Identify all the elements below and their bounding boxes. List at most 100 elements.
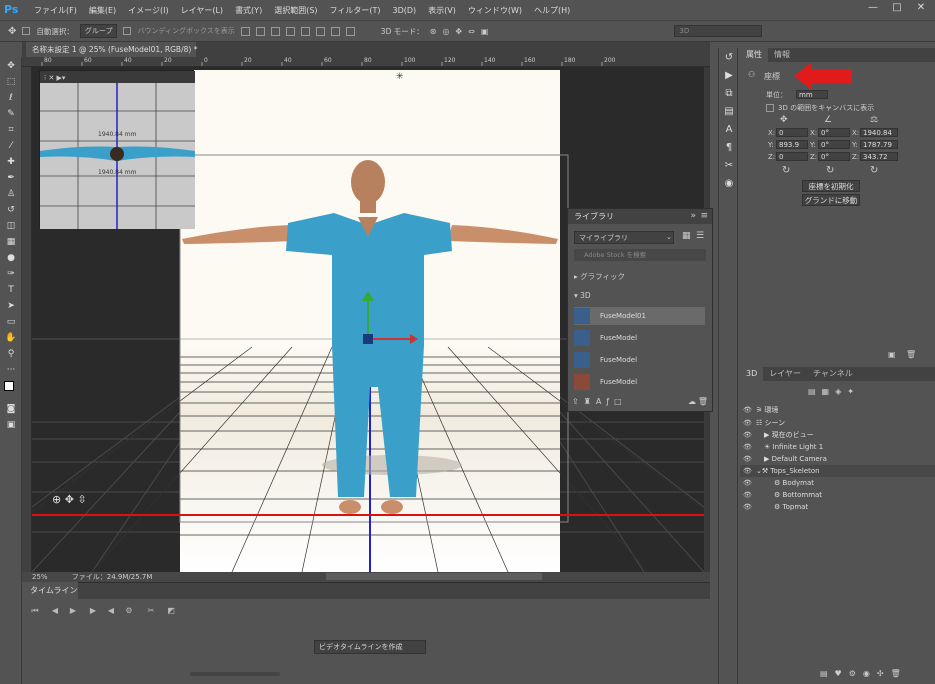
menu-help[interactable]: ヘルプ(H) [534, 5, 570, 16]
more-tools-icon[interactable]: ··· [3, 364, 19, 377]
align-icon[interactable] [240, 26, 250, 36]
slide-icon[interactable]: ⇔ [468, 27, 475, 36]
tab-layers[interactable]: レイヤー [763, 367, 807, 381]
graphics-section[interactable]: ▸ グラフィック [574, 271, 625, 282]
horizontal-scrollbar-thumb[interactable] [326, 573, 542, 580]
maximize-icon[interactable]: □ [886, 2, 908, 16]
stamp-tool-icon[interactable]: ♙ [3, 188, 19, 201]
pen-tool-icon[interactable]: ✑ [3, 268, 19, 281]
move-to-ground-button[interactable]: グランドに移動 [802, 194, 860, 206]
scale-z-field[interactable]: 343.72 [860, 152, 898, 161]
menu-layer[interactable]: レイヤー(L) [181, 5, 223, 16]
zoom-level[interactable]: 25% [32, 573, 48, 581]
collapse-icon[interactable]: » [690, 211, 696, 221]
group-select[interactable]: グループ [79, 24, 118, 38]
trash-icon[interactable]: 🗑 [906, 350, 916, 359]
distribute-icon[interactable] [330, 26, 340, 36]
character-icon[interactable]: A [722, 124, 736, 138]
first-frame-icon[interactable]: ⏮ [30, 606, 40, 616]
tab-properties[interactable]: 属性 [740, 48, 768, 62]
layer-row[interactable]: 👁 ▶ Default Camera [740, 453, 935, 465]
panel-menu-icon[interactable]: ≡ [700, 211, 708, 221]
scissors-icon[interactable]: ✂ [146, 606, 156, 616]
reset-position-icon[interactable]: ↻ [782, 165, 790, 176]
grid-view-icon[interactable]: ▦ [682, 231, 691, 241]
zoom-tool-icon[interactable]: ⚲ [3, 348, 19, 361]
healing-brush-icon[interactable]: ✚ [3, 156, 19, 169]
menu-view[interactable]: 表示(V) [428, 5, 456, 16]
layer-row[interactable]: 👁 ⚙ Bodymat [740, 477, 935, 489]
library-footer-icons[interactable]: ⇪♜Aƒ□ [572, 397, 627, 406]
trash-icon[interactable]: 🗑 [698, 397, 708, 406]
pos-x-field[interactable]: 0 [776, 128, 808, 137]
timeline-tab[interactable]: タイムライン [22, 582, 78, 599]
rot-x-field[interactable]: 0° [818, 128, 850, 137]
secondary-view[interactable]: ⁝ ✕ ▶▾ 1940.84 mm 1940.84 mm [39, 70, 195, 229]
workspace-select[interactable]: 3D [674, 25, 763, 37]
stock-search-input[interactable]: Adobe Stock を検索 [574, 249, 706, 261]
brush-tool-icon[interactable]: ✒ [3, 172, 19, 185]
align-icon[interactable] [285, 26, 295, 36]
3d-footer-icons[interactable]: ▤♥⚙◉✣🗑 [820, 669, 908, 678]
scale-x-field[interactable]: 1940.84 [860, 128, 898, 137]
eyedropper-icon[interactable]: ⁄ [3, 140, 19, 153]
layer-row[interactable]: 👁 ⚙ Bottommat [740, 489, 935, 501]
rot-y-field[interactable]: 0° [818, 140, 850, 149]
move-tool-icon[interactable]: ✥ [8, 26, 16, 37]
tools-icon[interactable]: ✂ [722, 160, 736, 174]
quick-mask-icon[interactable]: ◙ [3, 403, 19, 416]
layer-row[interactable]: 👁 ⚙ Topmat [740, 501, 935, 513]
libraries-icon[interactable]: ◉ [722, 178, 736, 192]
screen-mode-icon[interactable]: ▣ [3, 419, 19, 432]
layer-row[interactable]: 👁 ☀ Infinite Light 1 [740, 441, 935, 453]
layer-row[interactable]: 👁 ▶ 現在のビュー [740, 429, 935, 441]
pos-y-field[interactable]: 893.9 [776, 140, 808, 149]
gradient-tool-icon[interactable]: ▦ [3, 236, 19, 249]
minimize-icon[interactable]: — [862, 2, 884, 16]
menu-window[interactable]: ウィンドウ(W) [468, 5, 522, 16]
eye-icon[interactable]: 👁 [743, 404, 752, 416]
eye-icon[interactable]: 👁 [743, 417, 752, 429]
hand-tool-icon[interactable]: ✋ [3, 332, 19, 345]
transition-icon[interactable]: ◩ [166, 606, 176, 616]
library-item[interactable]: FuseModel [574, 329, 705, 347]
align-icon[interactable] [255, 26, 265, 36]
shape-tool-icon[interactable]: ▭ [3, 316, 19, 329]
layer-row[interactable]: 👁 ⚞ 環境 [740, 404, 935, 416]
pos-z-field[interactable]: 0 [776, 152, 808, 161]
menu-select[interactable]: 選択範囲(S) [274, 5, 317, 16]
document-tab[interactable]: 名称未設定 1 @ 25% (FuseModel01, RGB/8) * [26, 42, 197, 57]
auto-select-checkbox[interactable] [22, 27, 31, 35]
reset-rotation-icon[interactable]: ↻ [826, 165, 834, 176]
orbit-icon[interactable]: ⊛ [430, 27, 437, 36]
cloud-icon[interactable]: ☁ [688, 397, 696, 406]
eraser-tool-icon[interactable]: ◫ [3, 220, 19, 233]
lasso-tool-icon[interactable]: ℓ [3, 92, 19, 105]
menu-3d[interactable]: 3D(D) [393, 6, 417, 15]
library-dropdown[interactable]: マイライブラリ [574, 231, 674, 244]
reset-scale-icon[interactable]: ↻ [870, 165, 878, 176]
eye-icon[interactable]: 👁 [743, 429, 752, 441]
audio-icon[interactable]: ◀ [106, 606, 116, 616]
type-tool-icon[interactable]: T [3, 284, 19, 297]
menu-file[interactable]: ファイル(F) [34, 5, 77, 16]
dodge-tool-icon[interactable]: ● [3, 252, 19, 265]
play-icon[interactable]: ▶ [68, 606, 78, 616]
filter-icons[interactable]: ▤▦◈✦ [808, 387, 860, 396]
create-video-timeline-button[interactable]: ビデオタイムラインを作成 [314, 640, 426, 654]
eye-icon[interactable]: 👁 [743, 465, 752, 477]
eye-icon[interactable]: 👁 [743, 453, 752, 465]
rot-z-field[interactable]: 0° [818, 152, 850, 161]
eye-icon[interactable]: 👁 [743, 489, 752, 501]
scale-y-field[interactable]: 1787.79 [860, 140, 898, 149]
marquee-tool-icon[interactable]: ⬚ [3, 76, 19, 89]
section-3d[interactable]: ▾ 3D [574, 291, 591, 300]
tab-3d[interactable]: 3D [740, 367, 764, 381]
menu-image[interactable]: イメージ(I) [128, 5, 168, 16]
eye-icon[interactable]: 👁 [743, 441, 752, 453]
history-brush-icon[interactable]: ↺ [3, 204, 19, 217]
distribute-icon[interactable] [300, 26, 310, 36]
library-item[interactable]: FuseModel01 [574, 307, 705, 325]
eye-icon[interactable]: 👁 [743, 501, 752, 513]
color-swatch-icon[interactable] [3, 380, 19, 400]
